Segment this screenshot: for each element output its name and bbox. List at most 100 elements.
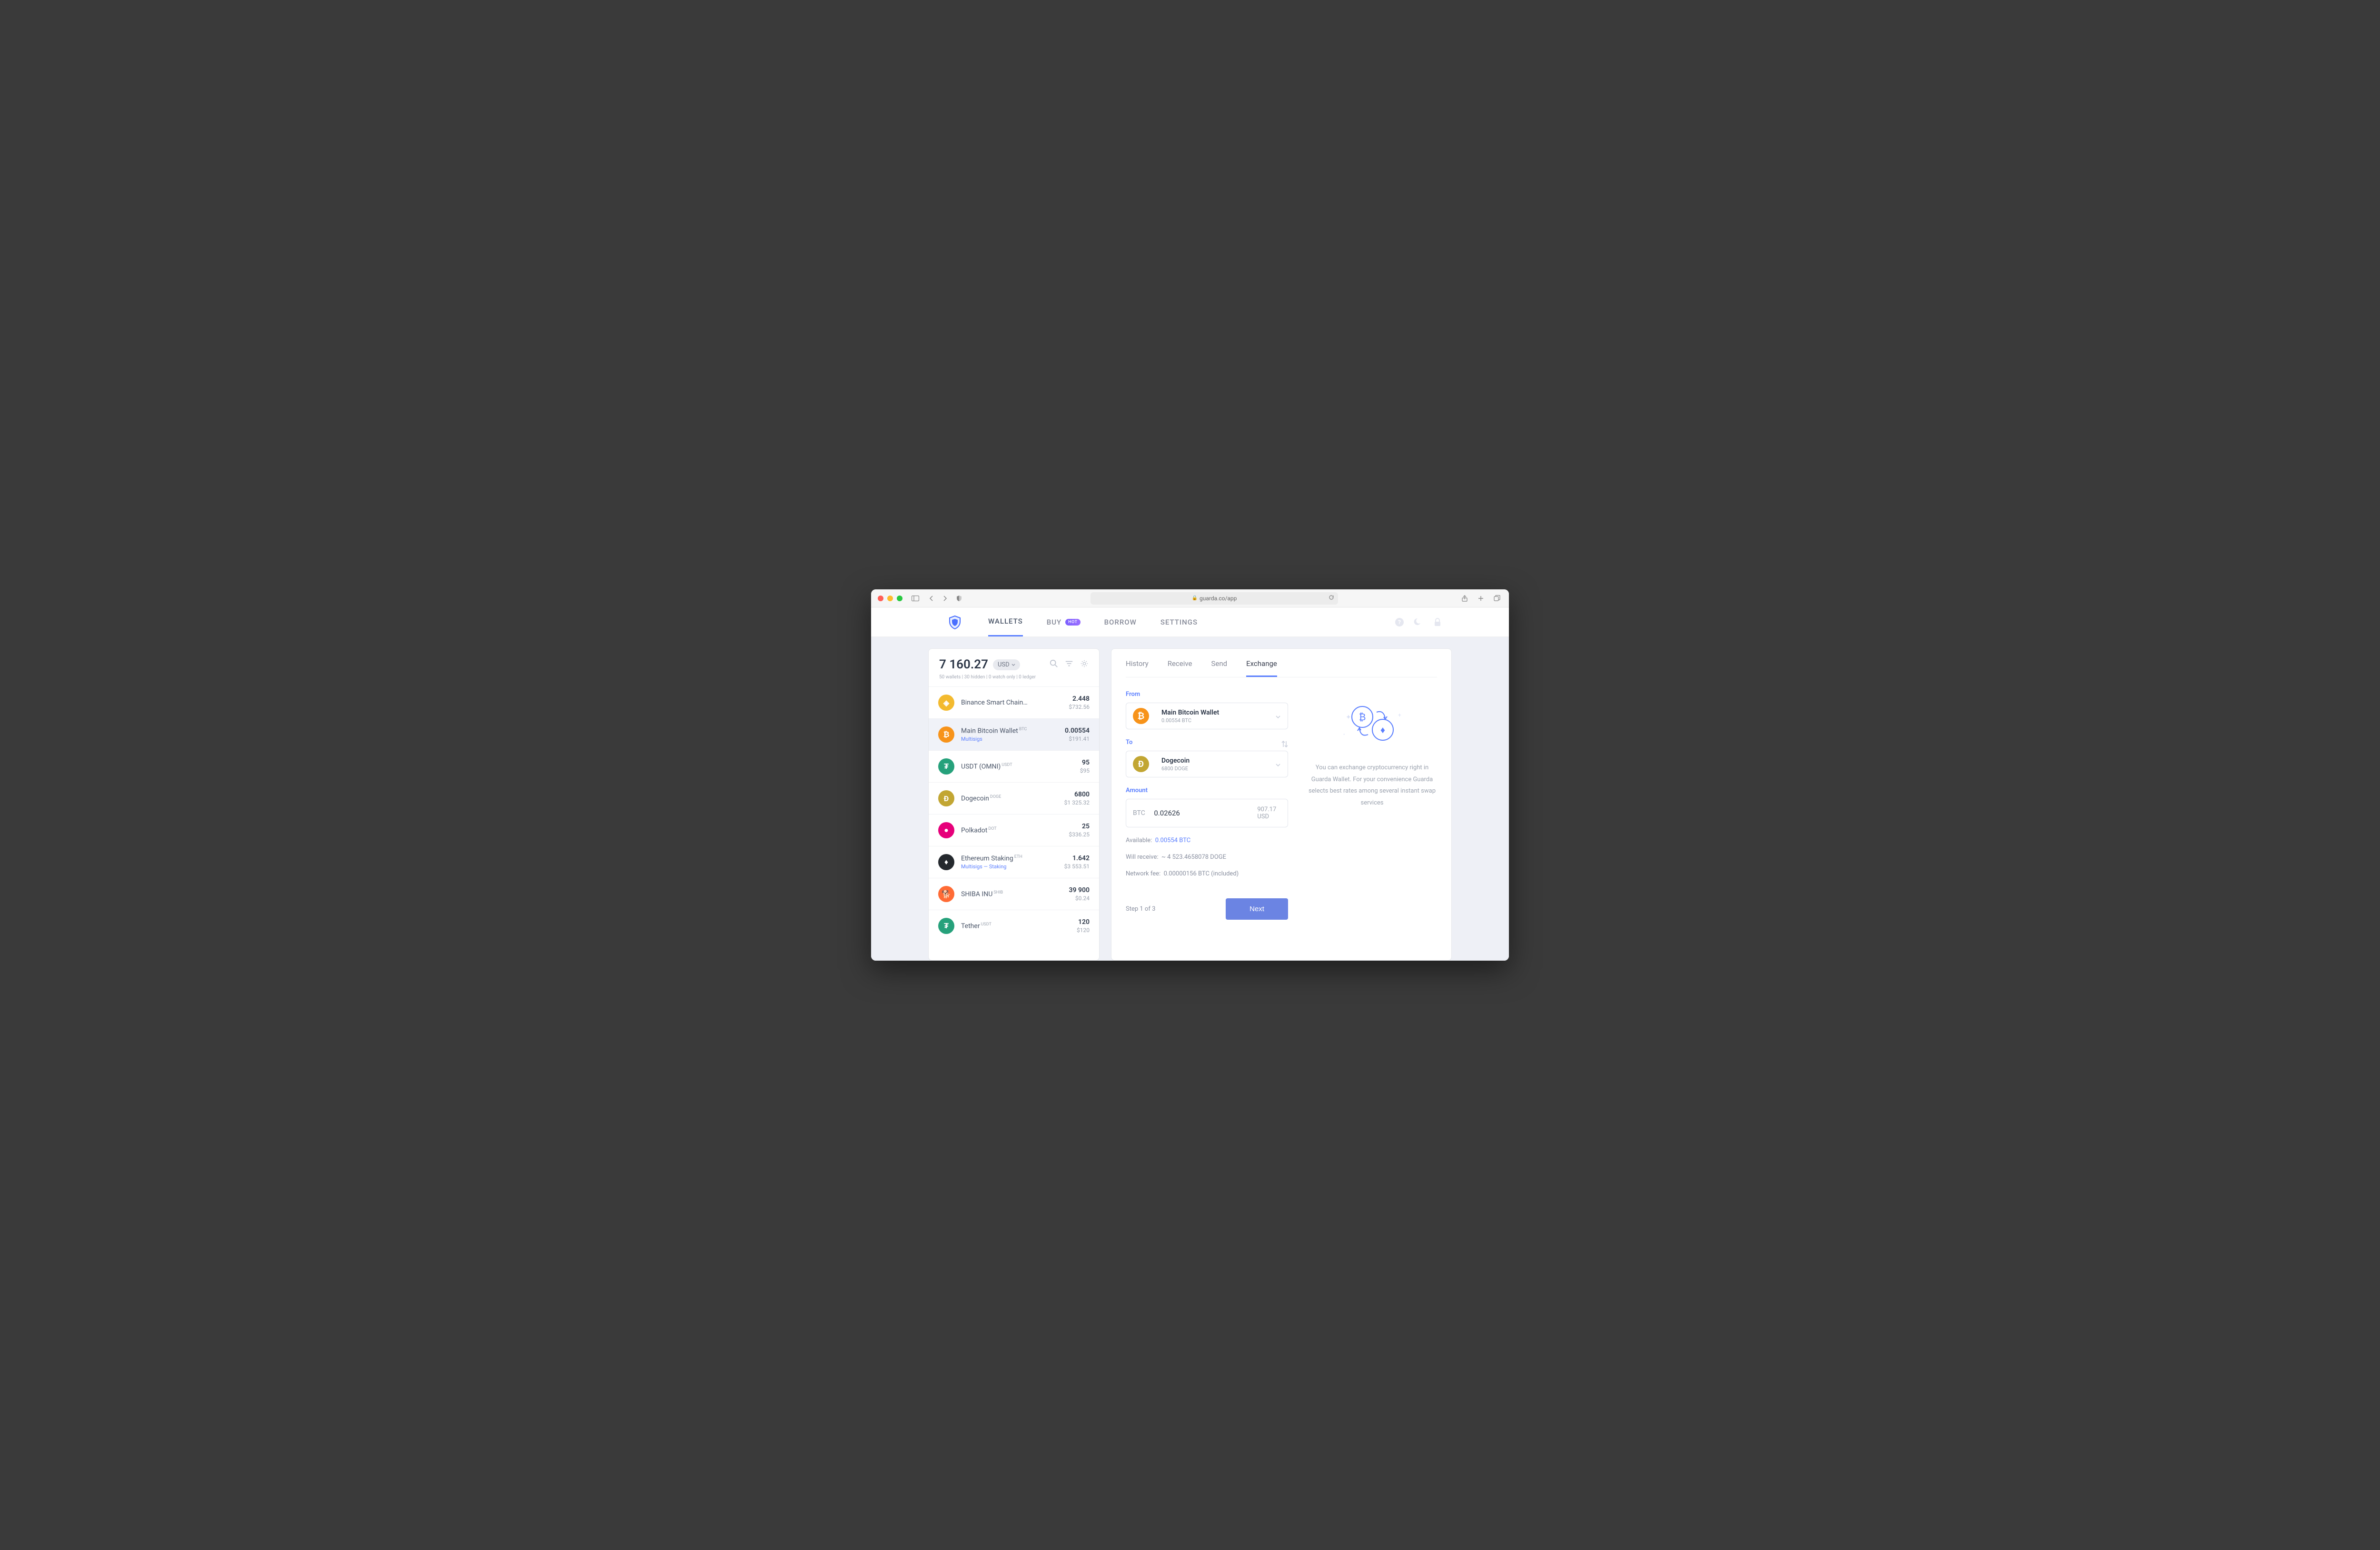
network-fee-line: Network fee: 0.00000156 BTC (included) bbox=[1126, 870, 1288, 877]
wallet-item[interactable]: ÐDogecoinDOGE6800$1 325.32 bbox=[929, 782, 1099, 814]
guarda-logo[interactable] bbox=[947, 615, 962, 630]
main-panel: History Receive Send Exchange From ₿ Mai… bbox=[1111, 648, 1452, 961]
chevron-down-icon bbox=[1012, 664, 1015, 666]
coin-icon: ₮ bbox=[938, 918, 954, 934]
to-label: To bbox=[1126, 739, 1132, 746]
lock-icon: 🔒 bbox=[1192, 596, 1198, 601]
wallet-list: ◈Binance Smart Chain…2.448$732.56 ₿ Main B… bbox=[929, 686, 1099, 942]
wallet-name: PolkadotDOT bbox=[961, 826, 1069, 835]
next-button[interactable]: Next bbox=[1226, 898, 1288, 920]
wallet-sublinks[interactable]: Multisigs — Staking bbox=[961, 864, 1064, 870]
window-controls bbox=[878, 596, 902, 601]
step-indicator: Step 1 of 3 bbox=[1126, 905, 1155, 913]
forward-button[interactable] bbox=[940, 593, 950, 604]
nav-tab-wallets[interactable]: WALLETS bbox=[988, 607, 1023, 636]
exchange-form: From ₿ Main Bitcoin Wallet 0.00554 BTC T… bbox=[1126, 691, 1288, 920]
wallet-item[interactable]: ♦Ethereum StakingETHMultisigs — Staking1… bbox=[929, 846, 1099, 878]
wallet-amount: 95 bbox=[1080, 759, 1090, 766]
from-wallet-selector[interactable]: ₿ Main Bitcoin Wallet 0.00554 BTC bbox=[1126, 703, 1288, 729]
wallet-amount: 39 900 bbox=[1069, 886, 1090, 894]
tabs-overview-icon[interactable] bbox=[1492, 593, 1502, 604]
browser-window: 🔒 guarda.co/app WALLETS bbox=[871, 589, 1509, 961]
nav-tab-settings[interactable]: SETTINGS bbox=[1160, 608, 1198, 636]
app-body: 7 160.27 USD 50 wallets | 30 hidden | 0 … bbox=[871, 637, 1509, 961]
wallet-item[interactable]: ₮ USDT (OMNI)USDT95$95 bbox=[929, 750, 1099, 782]
back-button[interactable] bbox=[926, 593, 937, 604]
svg-text:+: + bbox=[1398, 712, 1401, 718]
wallet-item[interactable]: ● PolkadotDOT25$336.25 bbox=[929, 814, 1099, 846]
address-bar[interactable]: 🔒 guarda.co/app bbox=[1091, 592, 1338, 605]
search-icon[interactable] bbox=[1050, 659, 1058, 670]
to-wallet-selector[interactable]: Ð Dogecoin 6800 DOGE bbox=[1126, 751, 1288, 777]
currency-selector[interactable]: USD bbox=[993, 659, 1020, 670]
wallet-usd: $95 bbox=[1080, 767, 1090, 774]
app-header: WALLETS BUY HOT BORROW SETTINGS ? bbox=[871, 607, 1509, 637]
wallet-amount: 25 bbox=[1069, 823, 1090, 830]
chevron-down-icon bbox=[1275, 712, 1281, 721]
wallet-usd: $191.41 bbox=[1065, 735, 1090, 742]
svg-text:?: ? bbox=[1398, 619, 1401, 626]
wallet-sublinks[interactable]: Multisigs bbox=[961, 736, 1065, 742]
wallet-amount: 120 bbox=[1077, 918, 1090, 926]
shield-privacy-icon[interactable] bbox=[954, 593, 964, 604]
tab-exchange[interactable]: Exchange bbox=[1246, 652, 1277, 677]
share-icon[interactable] bbox=[1459, 593, 1470, 604]
new-tab-icon[interactable] bbox=[1476, 593, 1486, 604]
reload-icon[interactable] bbox=[1329, 595, 1334, 602]
nav-tab-borrow[interactable]: BORROW bbox=[1104, 608, 1137, 636]
wallet-amount: 1.642 bbox=[1064, 854, 1090, 862]
wallet-usd: $732.56 bbox=[1069, 704, 1090, 710]
coin-icon: Ð bbox=[938, 790, 954, 806]
maximize-window-button[interactable] bbox=[897, 596, 902, 601]
coin-icon: ◈ bbox=[938, 695, 954, 711]
coin-icon: ₿ bbox=[938, 726, 954, 743]
gear-icon[interactable] bbox=[1080, 659, 1089, 670]
wallet-name: TetherUSDT bbox=[961, 922, 1077, 930]
wallet-item[interactable]: 🐕SHIBA INUSHIB39 900$0.24 bbox=[929, 878, 1099, 910]
minimize-window-button[interactable] bbox=[887, 596, 893, 601]
exchange-illustration: ₿ ♦ ✦ + • bbox=[1307, 700, 1437, 748]
promo-text: You can exchange cryptocurrency right in… bbox=[1307, 762, 1437, 809]
balance-header: 7 160.27 USD 50 wallets | 30 hidden | 0 … bbox=[929, 649, 1099, 686]
titlebar: 🔒 guarda.co/app bbox=[871, 589, 1509, 607]
wallet-name: SHIBA INUSHIB bbox=[961, 890, 1069, 898]
hot-badge: HOT bbox=[1065, 619, 1080, 626]
will-receive-line: Will receive: ~ 4 523.4658078 DOGE bbox=[1126, 854, 1288, 861]
wallet-item[interactable]: ◈Binance Smart Chain…2.448$732.56 bbox=[929, 686, 1099, 718]
available-line: Available: 0.00554 BTC bbox=[1126, 837, 1288, 844]
coin-icon: ● bbox=[938, 822, 954, 838]
dark-mode-icon[interactable] bbox=[1414, 617, 1423, 627]
wallet-name: USDT (OMNI)USDT bbox=[961, 763, 1080, 771]
swap-direction-icon[interactable] bbox=[1281, 740, 1288, 750]
wallet-usd: $0.24 bbox=[1069, 895, 1090, 902]
amount-input[interactable] bbox=[1154, 809, 1249, 817]
amount-input-box: BTC 907.17 USD bbox=[1126, 799, 1288, 827]
wallet-summary: 50 wallets | 30 hidden | 0 watch only | … bbox=[939, 675, 1089, 680]
amount-usd: 907.17 USD bbox=[1257, 806, 1281, 820]
wallets-sidebar: 7 160.27 USD 50 wallets | 30 hidden | 0 … bbox=[928, 648, 1100, 961]
help-icon[interactable]: ? bbox=[1395, 617, 1404, 627]
wallet-item[interactable]: ₿ Main Bitcoin WalletBTCMultisigs0.00554$… bbox=[929, 718, 1099, 750]
svg-text:♦: ♦ bbox=[1380, 724, 1385, 735]
filter-icon[interactable] bbox=[1065, 659, 1073, 670]
amount-label: Amount bbox=[1126, 787, 1288, 794]
close-window-button[interactable] bbox=[878, 596, 883, 601]
bitcoin-icon: ₿ bbox=[1133, 708, 1149, 724]
from-label: From bbox=[1126, 691, 1288, 698]
svg-text:•: • bbox=[1343, 732, 1345, 737]
tab-send[interactable]: Send bbox=[1211, 652, 1228, 677]
nav-tab-buy[interactable]: BUY HOT bbox=[1047, 608, 1081, 636]
sidebar-toggle-icon[interactable] bbox=[910, 593, 921, 604]
panel-tabs: History Receive Send Exchange bbox=[1126, 649, 1437, 677]
dogecoin-icon: Ð bbox=[1133, 756, 1149, 772]
lock-app-icon[interactable] bbox=[1433, 617, 1442, 627]
amount-currency: BTC bbox=[1133, 809, 1145, 817]
coin-icon: ₮ bbox=[938, 758, 954, 775]
wallet-usd: $336.25 bbox=[1069, 831, 1090, 838]
wallet-amount: 0.00554 bbox=[1065, 727, 1090, 735]
coin-icon: ♦ bbox=[938, 854, 954, 870]
tab-receive[interactable]: Receive bbox=[1168, 652, 1192, 677]
wallet-name: Main Bitcoin WalletBTC bbox=[961, 727, 1065, 735]
wallet-item[interactable]: ₮TetherUSDT120$120 bbox=[929, 910, 1099, 942]
tab-history[interactable]: History bbox=[1126, 652, 1149, 677]
